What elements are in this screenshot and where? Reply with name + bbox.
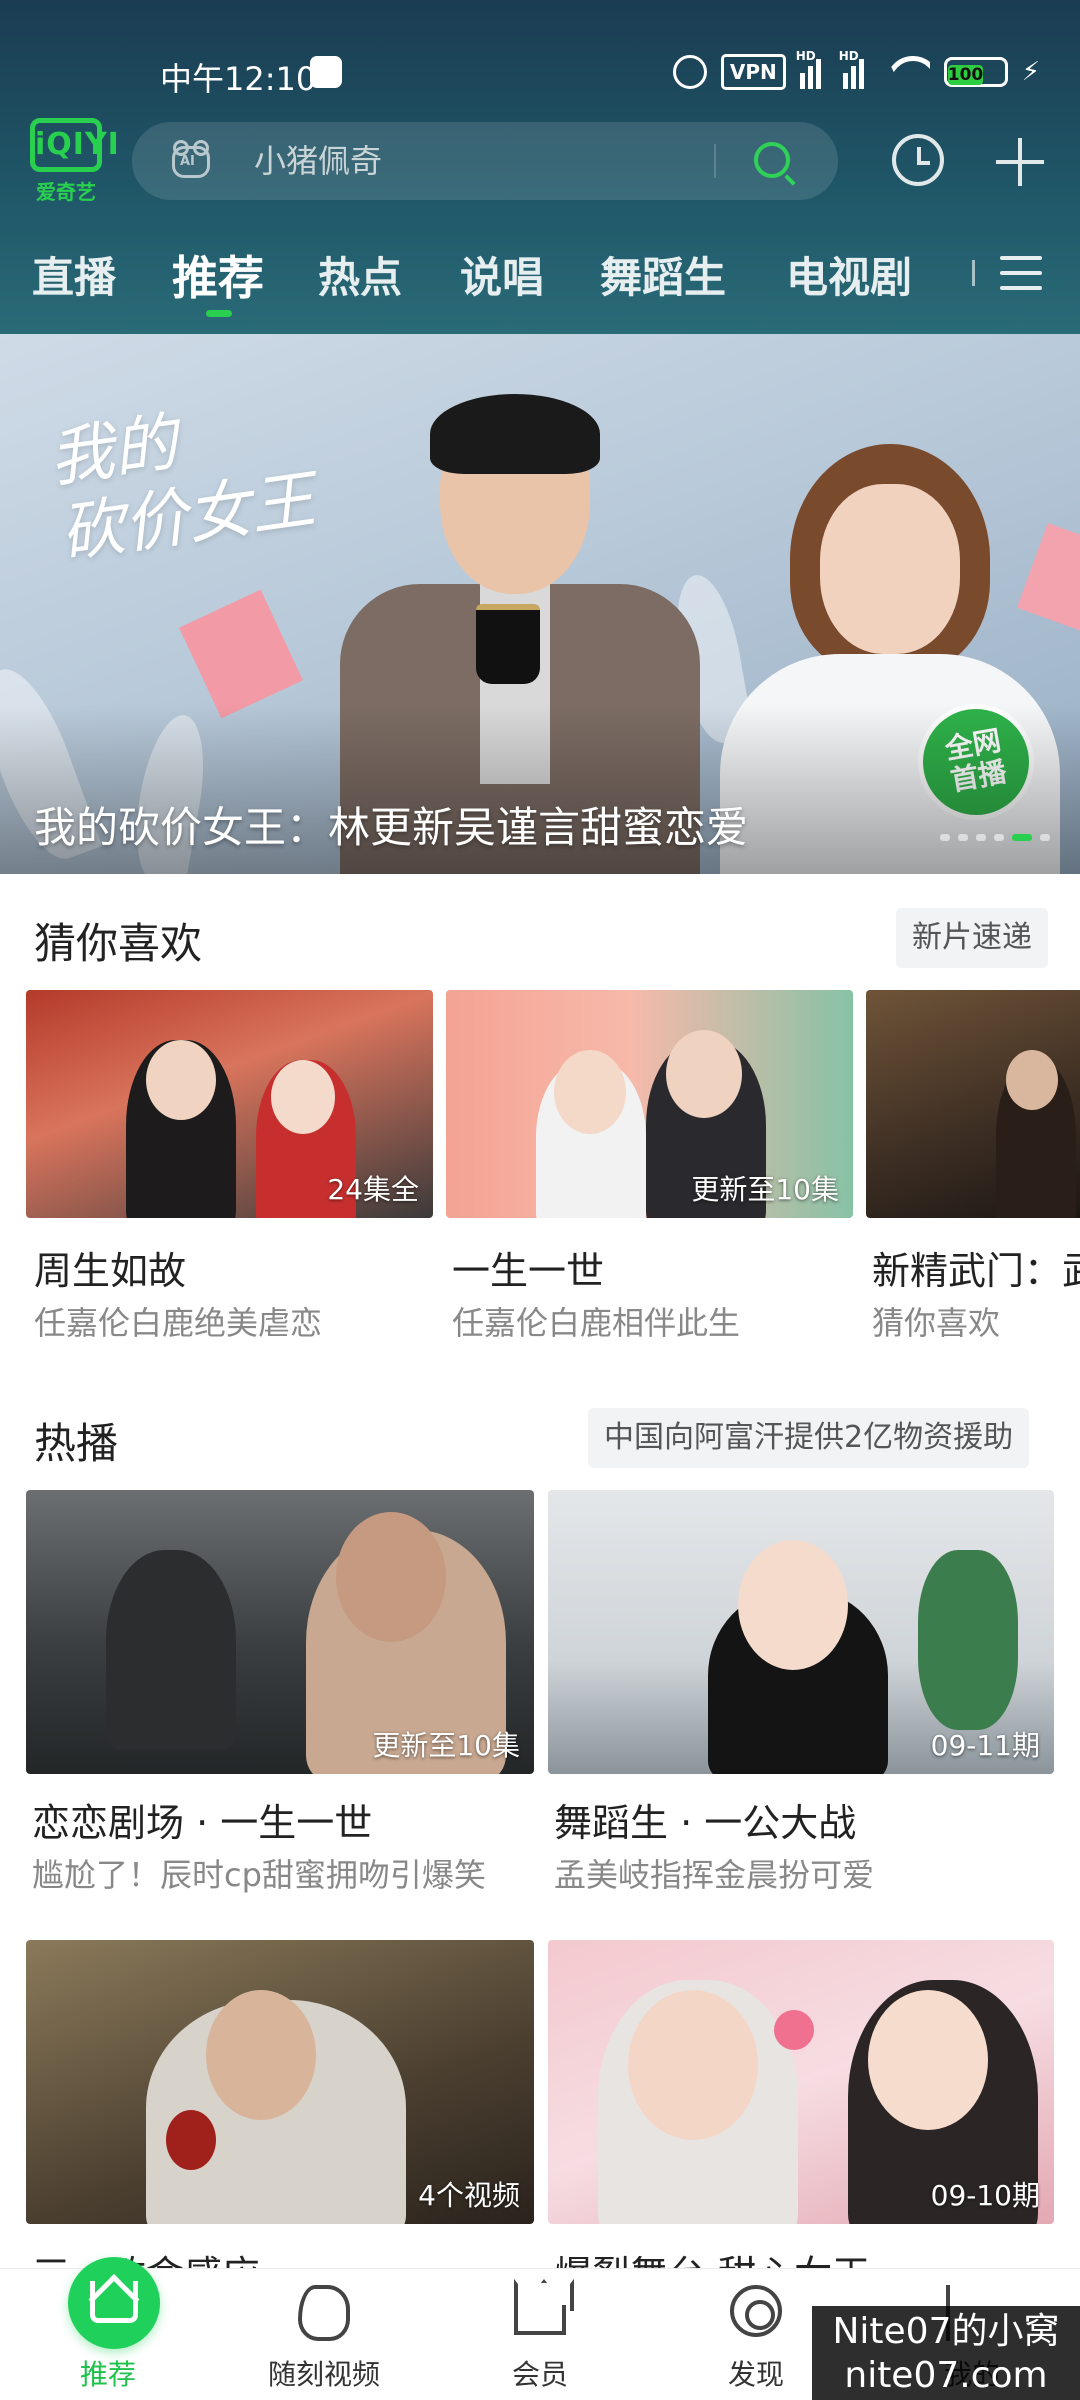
section-tag-new[interactable]: 新片速递 bbox=[896, 908, 1048, 968]
active-tab-indicator bbox=[206, 310, 232, 317]
tab-tv-series[interactable]: 电视剧 bbox=[786, 244, 912, 305]
status-bar: 中午12:10 VPN HD HD 100 ⚡ bbox=[0, 49, 1080, 100]
search-input[interactable] bbox=[254, 136, 814, 186]
search-bar[interactable]: AI bbox=[132, 122, 838, 200]
video-subtitle: 任嘉伦白鹿绝美虐恋 bbox=[34, 1304, 323, 1342]
flame-icon bbox=[298, 2285, 350, 2341]
hero-banner[interactable]: 我的 砍价女王 全网 首播 我的砍价女王：林更新吴谨言甜蜜恋爱 bbox=[0, 334, 1080, 874]
search-divider bbox=[714, 144, 716, 178]
episode-badge: 09-10期 bbox=[930, 2179, 1040, 2212]
wifi-icon bbox=[886, 56, 930, 88]
pagination-dot bbox=[994, 834, 1004, 841]
tab-hot[interactable]: 热点 bbox=[318, 244, 402, 305]
video-title[interactable]: 一生一世 bbox=[452, 1240, 604, 1295]
channel-menu-icon[interactable] bbox=[1000, 256, 1042, 290]
pagination-dot-active bbox=[1012, 834, 1032, 841]
nav-suike-video[interactable]: 随刻视频 bbox=[224, 2269, 424, 2400]
video-title[interactable]: 恋恋剧场 · 一生一世 bbox=[32, 1792, 372, 1847]
pagination-dot bbox=[958, 834, 968, 841]
tabs-divider bbox=[972, 260, 975, 286]
signal-icon-2: HD bbox=[839, 49, 872, 89]
banner-decoration bbox=[179, 589, 303, 719]
video-thumbnail[interactable]: 更新至10集 bbox=[446, 990, 853, 1218]
banner-caption: 我的砍价女王：林更新吴谨言甜蜜恋爱 bbox=[34, 803, 749, 852]
signal-icon: HD bbox=[796, 49, 829, 89]
discover-icon bbox=[730, 2285, 782, 2337]
charging-icon: ⚡ bbox=[1021, 57, 1040, 87]
status-icons: VPN HD HD 100 ⚡ bbox=[672, 49, 1040, 90]
video-thumbnail[interactable]: 24集全 bbox=[26, 990, 433, 1218]
banner-mug bbox=[476, 604, 540, 684]
iqiyi-logo[interactable]: iQIYI 爱奇艺 bbox=[30, 118, 119, 205]
vpn-icon: VPN bbox=[720, 54, 786, 90]
history-icon[interactable] bbox=[892, 134, 944, 186]
video-thumbnail[interactable]: 09-11期 bbox=[548, 1490, 1054, 1774]
battery-icon: 100 bbox=[943, 57, 1008, 87]
video-title[interactable]: 周生如故 bbox=[34, 1240, 186, 1295]
channel-tabs: 直播 推荐 热点 说唱 舞蹈生 电视剧 bbox=[0, 244, 1080, 324]
section-tag-news[interactable]: 中国向阿富汗提供2亿物资援助 bbox=[588, 1408, 1030, 1468]
tab-dance[interactable]: 舞蹈生 bbox=[600, 244, 726, 305]
episode-badge: 09-11期 bbox=[930, 1729, 1040, 1762]
episode-badge: 更新至10集 bbox=[372, 1729, 520, 1762]
iqiyi-home: 中午12:10 VPN HD HD 100 ⚡ iQIYI 爱奇艺 AI 小猪佩… bbox=[0, 0, 1080, 2400]
watermark: Nite07的小窝 nite07.com bbox=[812, 2306, 1080, 2400]
video-thumbnail[interactable]: 4个视频 bbox=[26, 1940, 534, 2224]
section-title-hot: 热播 bbox=[34, 1419, 119, 1468]
search-icon[interactable] bbox=[754, 142, 790, 178]
video-thumbnail[interactable]: 09-10期 bbox=[548, 1940, 1054, 2224]
section-title-guess: 猜你喜欢 bbox=[34, 919, 203, 968]
ai-assistant-icon[interactable]: AI bbox=[168, 140, 214, 182]
video-subtitle: 猜你喜欢 bbox=[872, 1304, 1001, 1342]
video-subtitle: 任嘉伦白鹿相伴此生 bbox=[452, 1304, 741, 1342]
logo-name: 爱奇艺 bbox=[36, 180, 96, 204]
app-header: 中午12:10 VPN HD HD 100 ⚡ iQIYI 爱奇艺 AI 小猪佩… bbox=[0, 0, 1080, 334]
video-count-badge: 4个视频 bbox=[418, 2179, 520, 2212]
add-icon[interactable] bbox=[996, 138, 1044, 186]
nav-recommend[interactable]: 推荐 bbox=[8, 2257, 208, 2400]
pagination-dot bbox=[1040, 834, 1050, 841]
pagination-dot bbox=[940, 834, 950, 841]
logo-mark: iQIYI bbox=[30, 118, 119, 172]
nav-vip[interactable]: 会员 bbox=[440, 2269, 640, 2400]
pagination-dot bbox=[976, 834, 986, 841]
episode-badge: 24集全 bbox=[327, 1173, 419, 1206]
video-thumbnail[interactable] bbox=[866, 990, 1080, 1218]
home-icon bbox=[68, 2257, 160, 2349]
video-title[interactable]: 新精武门：武 bbox=[872, 1240, 1080, 1295]
crown-icon bbox=[514, 2305, 566, 2335]
video-subtitle: 尴尬了！辰时cp甜蜜拥吻引爆笑 bbox=[32, 1856, 486, 1894]
video-subtitle: 孟美岐指挥金晨扮可爱 bbox=[554, 1856, 875, 1894]
video-thumbnail[interactable]: 更新至10集 bbox=[26, 1490, 534, 1774]
tab-rap[interactable]: 说唱 bbox=[460, 244, 544, 305]
episode-badge: 更新至10集 bbox=[691, 1173, 839, 1206]
tab-live[interactable]: 直播 bbox=[32, 244, 116, 305]
tab-recommend[interactable]: 推荐 bbox=[172, 242, 264, 308]
alarm-icon bbox=[672, 55, 707, 89]
status-time: 中午12:10 bbox=[160, 60, 317, 98]
banner-pagination bbox=[940, 834, 1050, 841]
banner-art-title: 我的 砍价女王 bbox=[44, 405, 320, 573]
notification-app-icon bbox=[310, 56, 342, 88]
video-title[interactable]: 舞蹈生 · 一公大战 bbox=[554, 1792, 856, 1847]
